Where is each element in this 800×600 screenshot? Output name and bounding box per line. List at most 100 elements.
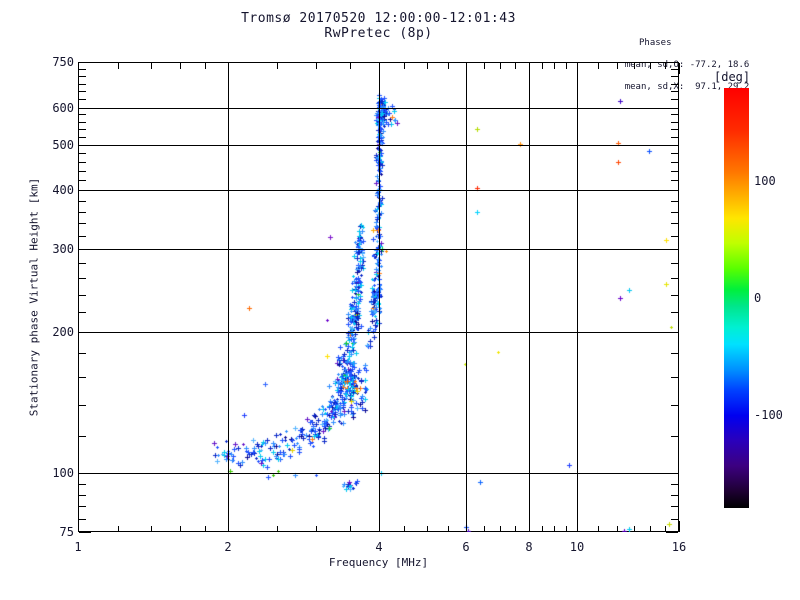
x-tick (500, 526, 501, 532)
y-gridline (78, 249, 679, 250)
x-gridline (577, 62, 578, 532)
y-tick (79, 332, 91, 333)
x-gridline (529, 62, 530, 532)
x-tick (484, 526, 485, 532)
x-tick (566, 63, 567, 69)
y-tick (79, 91, 86, 92)
x-tick (500, 63, 501, 69)
x-tick (617, 526, 618, 532)
y-tick (671, 122, 678, 123)
x-tick (634, 63, 635, 69)
y-tick (79, 532, 91, 533)
y-tick (79, 129, 86, 130)
y-tick (79, 295, 86, 296)
x-tick-label: 8 (525, 540, 533, 554)
y-gridline (78, 145, 679, 146)
y-tick (79, 312, 86, 313)
x-tick (180, 63, 181, 69)
y-tick (666, 145, 678, 146)
y-tick (666, 532, 678, 533)
x-tick (598, 526, 599, 532)
y-tick (79, 171, 86, 172)
plot-title: Tromsø 20170520 12:00:00-12:01:43 (241, 11, 516, 26)
x-tick (205, 63, 206, 69)
x-tick (679, 63, 680, 74)
colorbar-tick-label: -100 (754, 408, 783, 422)
y-tick (79, 84, 86, 85)
x-tick (529, 63, 530, 74)
y-tick (79, 201, 86, 202)
y-tick-label: 100 (52, 466, 74, 480)
y-tick (666, 190, 678, 191)
y-tick (79, 162, 86, 163)
y-tick (671, 99, 678, 100)
plot-subtitle: RwPretec (8p) (324, 26, 433, 41)
y-tick (79, 76, 86, 77)
x-tick (404, 63, 405, 69)
x-tick (205, 526, 206, 532)
x-tick (427, 526, 428, 532)
x-tick (577, 63, 578, 74)
x-tick (650, 63, 651, 69)
x-tick (515, 63, 516, 69)
y-tick (671, 162, 678, 163)
x-tick (277, 526, 278, 532)
y-tick (79, 495, 86, 496)
y-tick (79, 249, 91, 250)
x-tick-label: 4 (375, 540, 383, 554)
y-tick (79, 99, 86, 100)
y-tick-label: 750 (52, 55, 74, 69)
x-tick-label: 16 (671, 540, 687, 554)
x-tick (665, 63, 666, 69)
y-tick-label: 500 (52, 138, 74, 152)
x-tick (151, 63, 152, 69)
y-tick (79, 519, 86, 520)
y-tick (671, 137, 678, 138)
x-tick (448, 63, 449, 69)
y-axis-label: Stationary phase Virtual Height [km] (27, 177, 41, 417)
x-tick (350, 63, 351, 69)
x-tick (542, 63, 543, 69)
x-tick (679, 521, 680, 532)
y-gridline (78, 190, 679, 191)
y-tick (671, 263, 678, 264)
y-tick (79, 62, 91, 63)
x-tick (554, 63, 555, 69)
y-tick (666, 62, 678, 63)
x-tick (448, 526, 449, 532)
y-tick (79, 473, 91, 474)
y-tick (671, 201, 678, 202)
x-tick (78, 521, 79, 532)
y-tick (79, 69, 86, 70)
x-tick (228, 521, 229, 532)
y-tick-label: 200 (52, 325, 74, 339)
x-gridline (228, 62, 229, 532)
x-gridline (379, 62, 380, 532)
x-tick (404, 526, 405, 532)
x-tick (515, 526, 516, 532)
y-gridline (78, 108, 679, 109)
y-tick (671, 519, 678, 520)
y-tick (671, 212, 678, 213)
x-tick-label: 6 (462, 540, 470, 554)
colorbar-tick-label: 100 (754, 174, 776, 188)
y-tick (79, 145, 91, 146)
x-tick-label: 2 (224, 540, 232, 554)
y-tick (79, 405, 86, 406)
y-tick (671, 91, 678, 92)
x-tick (554, 526, 555, 532)
y-tick (671, 84, 678, 85)
x-tick (379, 63, 380, 74)
colorbar-gradient (724, 88, 749, 508)
y-tick-label: 600 (52, 101, 74, 115)
colorbar-tick-label: 0 (754, 291, 762, 305)
y-tick (79, 137, 86, 138)
x-tick-label: 1 (74, 540, 82, 554)
y-tick (671, 295, 678, 296)
x-tick (151, 526, 152, 532)
x-tick (617, 63, 618, 69)
y-tick (671, 153, 678, 154)
x-tick (542, 526, 543, 532)
y-tick-label: 75 (59, 525, 74, 539)
x-tick (484, 63, 485, 69)
